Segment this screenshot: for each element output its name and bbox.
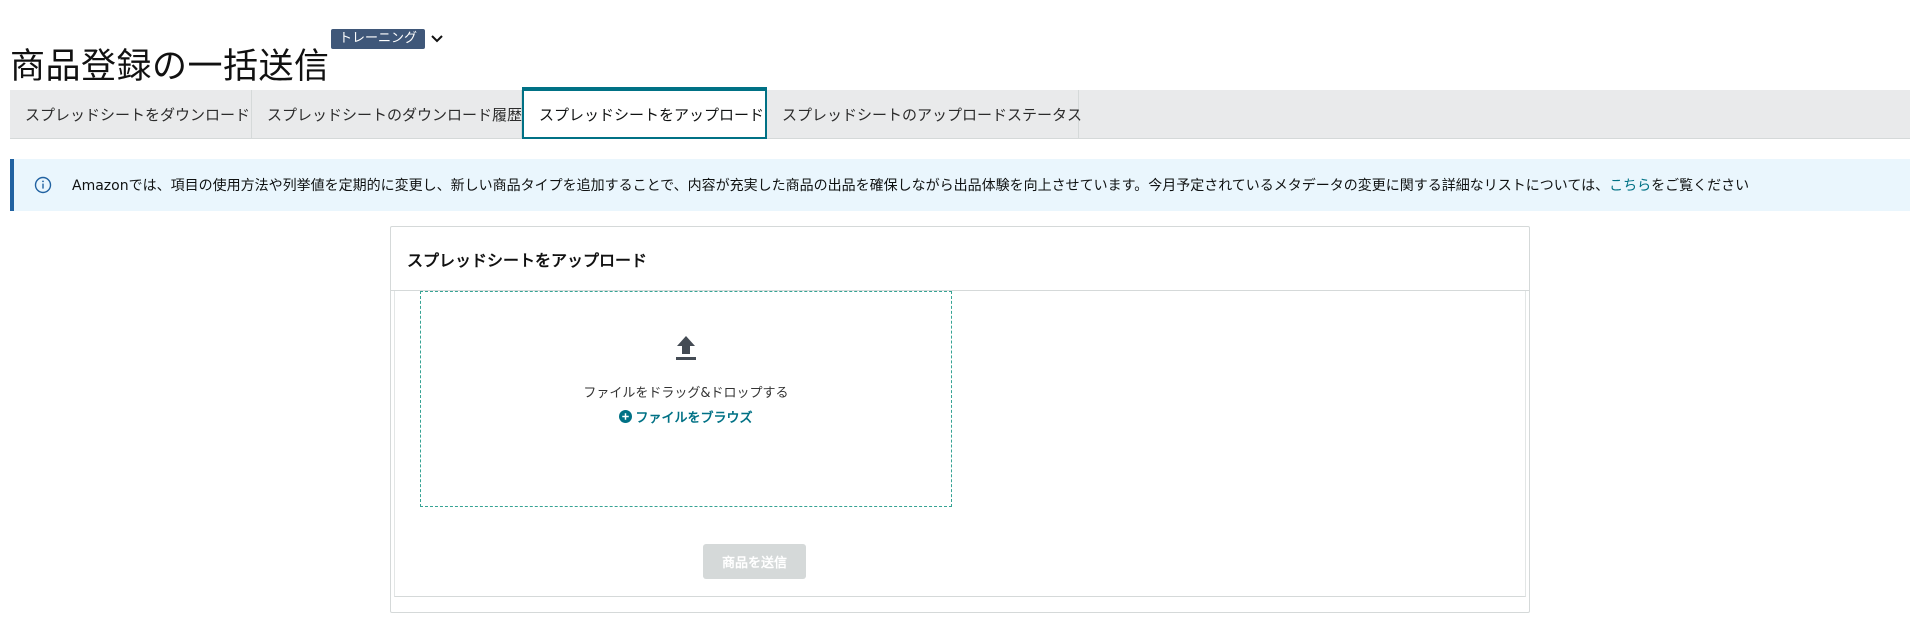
training-badge[interactable]: トレーニング [331, 29, 426, 49]
plus-circle-icon [619, 410, 633, 423]
upload-icon [676, 336, 696, 360]
alert-link[interactable]: こちら [1609, 178, 1651, 194]
alert-text: Amazonでは、項目の使用方法や列挙値を定期的に変更し、新しい商品タイプを追加… [72, 178, 1750, 194]
drop-instructions: ファイルをドラッグ&ドロップする [583, 386, 789, 401]
tab-bar: スプレッドシートをダウンロード スプレッドシートのダウンロード履歴 スプレッドシ… [10, 87, 1910, 139]
browse-files-link[interactable]: ファイルをブラウズ [619, 407, 753, 426]
mode-selector[interactable]: トレーニング [331, 29, 445, 49]
info-alert: Amazonでは、項目の使用方法や列挙値を定期的に変更し、新しい商品タイプを追加… [10, 159, 1910, 211]
submit-products-button[interactable]: 商品を送信 [703, 544, 806, 579]
tab-download-history[interactable]: スプレッドシートのダウンロード履歴 [252, 90, 522, 139]
page: 商品登録の一括送信 トレーニング スプレッドシートをダウンロード スプレッドシー… [0, 0, 1910, 629]
tab-download-spreadsheet[interactable]: スプレッドシートをダウンロード [10, 90, 252, 139]
tab-upload-spreadsheet[interactable]: スプレッドシートをアップロード [522, 87, 767, 139]
upload-card-title: スプレッドシートをアップロード [391, 227, 1529, 291]
browse-files-label[interactable]: ファイルをブラウズ [635, 407, 752, 426]
tab-upload-status[interactable]: スプレッドシートのアップロードステータス [767, 90, 1082, 139]
page-title: 商品登録の一括送信 [10, 47, 330, 87]
file-dropzone[interactable]: ファイルをドラッグ&ドロップする ファイルをブラウズ [420, 291, 952, 507]
info-icon [34, 176, 52, 194]
upload-card-body: ファイルをドラッグ&ドロップする ファイルをブラウズ 商品を送信 [394, 291, 1526, 597]
chevron-down-icon[interactable] [429, 31, 445, 47]
upload-card: スプレッドシートをアップロード ファイルをドラッグ&ドロップする ファイルをブラ… [390, 226, 1530, 613]
